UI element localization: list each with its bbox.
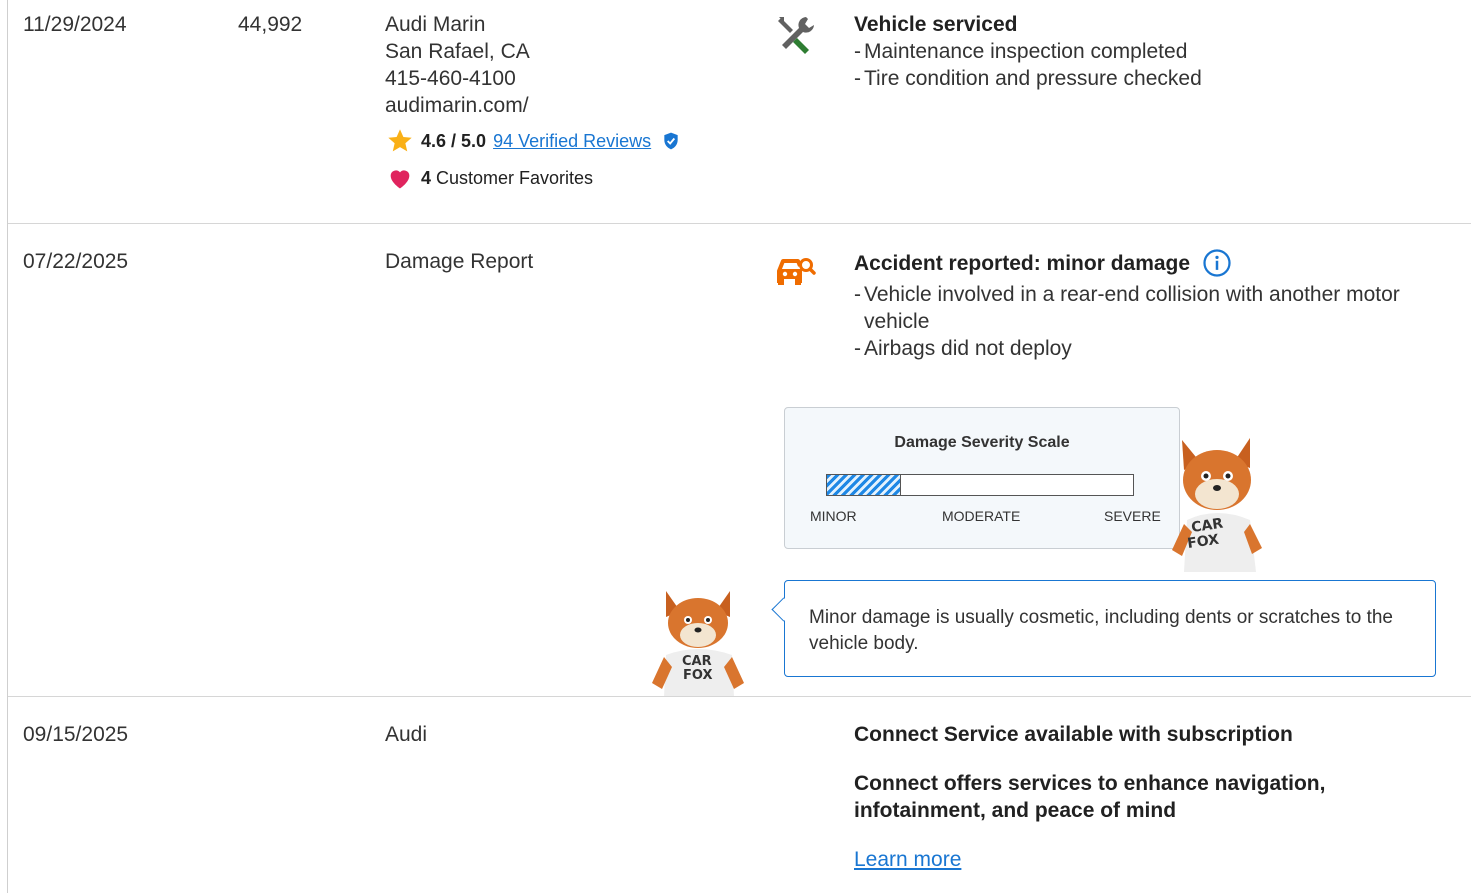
- source-name: Damage Report: [385, 250, 534, 273]
- rating-value: 4.6 / 5.0: [421, 130, 487, 151]
- record-title: Accident reported: minor damage: [854, 248, 1454, 278]
- damage-tooltip: Minor damage is usually cosmetic, includ…: [771, 580, 1436, 677]
- record-source: Audi Marin San Rafael, CA 415-460-4100 a…: [385, 11, 681, 190]
- tooltip-arrow: [771, 597, 796, 622]
- verified-shield-icon: [664, 132, 678, 150]
- detail-line: - Tire condition and pressure checked: [854, 67, 1202, 90]
- record-title: Vehicle serviced: [854, 13, 1018, 36]
- record-source: Damage Report: [385, 248, 533, 275]
- scale-title: Damage Severity Scale: [894, 434, 1070, 451]
- service-tools-icon: [778, 17, 814, 54]
- dealer-rating: 4.6 / 5.0 94 Verified Reviews: [385, 129, 681, 153]
- record-comments: Vehicle serviced - Maintenance inspection…: [854, 11, 1454, 92]
- car-fox-mascot: CAR FOX: [652, 591, 744, 697]
- detail-line: - Maintenance inspection completed: [854, 40, 1188, 63]
- accident-car-icon: [777, 258, 816, 285]
- accident-title: Accident reported: minor damage: [854, 251, 1191, 275]
- scale-label-minor: MINOR: [810, 508, 857, 524]
- favorites-count: 4: [421, 167, 432, 188]
- detail-line: - Vehicle involved in a rear-end collisio…: [854, 283, 1400, 333]
- scale-label-severe: SEVERE: [1104, 508, 1161, 524]
- record-date: 09/15/2025: [23, 723, 129, 746]
- svg-text:FOX: FOX: [683, 668, 713, 683]
- favorites-label: Customer Favorites: [436, 167, 594, 188]
- table-left-border: [7, 0, 8, 893]
- severity-bar: [826, 474, 1134, 496]
- verified-reviews-link[interactable]: 94 Verified Reviews: [493, 131, 651, 152]
- car-fox-mascot: CAR FOX: [1172, 438, 1262, 572]
- customer-favorites: 4 Customer Favorites: [385, 166, 681, 190]
- record-source: Audi: [385, 721, 427, 748]
- tooltip-text: Minor damage is usually cosmetic, includ…: [809, 607, 1393, 654]
- record-date: 07/22/2025: [23, 250, 129, 273]
- connect-title: Connect Service available with subscript…: [854, 723, 1293, 746]
- dealer-name: Audi Marin: [385, 13, 486, 36]
- heart-icon: [390, 170, 410, 189]
- damage-severity-scale: Damage Severity Scale MINOR MODERATE SEV…: [784, 407, 1180, 549]
- severity-fill: [827, 475, 902, 495]
- svg-text:CAR: CAR: [682, 654, 712, 669]
- learn-more-link[interactable]: Learn more: [854, 848, 961, 871]
- scale-label-moderate: MODERATE: [942, 508, 1021, 524]
- record-odometer: 44,992: [238, 13, 303, 36]
- row-divider: [8, 696, 1471, 697]
- detail-line: - Airbags did not deploy: [854, 337, 1072, 360]
- record-comments: Connect Service available with subscript…: [854, 721, 1374, 873]
- info-icon[interactable]: [1202, 248, 1232, 278]
- dealer-phone[interactable]: 415-460-4100: [385, 65, 681, 92]
- star-icon: [388, 129, 412, 152]
- connect-subtitle: Connect offers services to enhance navig…: [854, 772, 1326, 822]
- dealer-website[interactable]: audimarin.com/: [385, 92, 681, 119]
- record-comments: Accident reported: minor damage - Vehicle…: [854, 248, 1454, 362]
- source-name: Audi: [385, 723, 428, 746]
- dealer-location: San Rafael, CA: [385, 40, 530, 63]
- record-date: 11/29/2024: [23, 13, 127, 36]
- row-divider: [8, 223, 1471, 224]
